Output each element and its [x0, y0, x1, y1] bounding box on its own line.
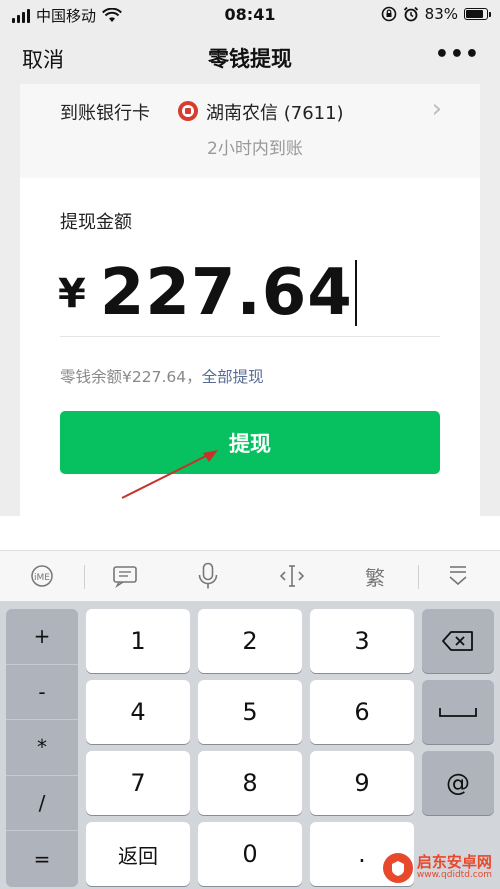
key-multiply[interactable]: * — [6, 720, 78, 776]
battery-percent: 83% — [424, 5, 458, 23]
input-method-button[interactable]: iME — [0, 550, 83, 602]
microphone-icon — [199, 562, 218, 589]
status-right: 83% — [381, 5, 491, 23]
traditional-chinese-button[interactable]: 繁 — [333, 550, 416, 602]
key-3[interactable]: 3 — [310, 609, 414, 673]
voice-input-button[interactable] — [167, 550, 250, 602]
space-icon — [439, 708, 477, 717]
battery-fill — [466, 10, 483, 18]
key-dot[interactable]: . — [310, 822, 414, 886]
divider — [60, 336, 440, 337]
key-back[interactable]: 返回 — [86, 822, 190, 886]
amount-label: 提现金额 — [60, 212, 132, 233]
arrival-time: 2小时内到账 — [207, 139, 303, 159]
numeric-keyboard: + - * / = 1 2 3 4 5 6 7 8 9 返回 0 . @ — [0, 602, 500, 889]
space-button[interactable] — [422, 680, 494, 744]
key-5[interactable]: 5 — [198, 680, 302, 744]
withdraw-button[interactable]: 提现 — [60, 411, 440, 474]
key-4[interactable]: 4 — [86, 680, 190, 744]
withdraw-all-link[interactable]: 全部提现 — [202, 368, 264, 386]
key-1[interactable]: 1 — [86, 609, 190, 673]
backspace-button[interactable] — [422, 609, 494, 673]
toolbar-divider — [418, 565, 419, 589]
key-divide[interactable]: / — [6, 776, 78, 832]
cursor-move-icon — [279, 565, 304, 587]
keyboard-spacer — [0, 516, 500, 550]
collapse-keyboard-icon — [449, 566, 467, 586]
key-equals[interactable]: = — [6, 831, 78, 887]
alarm-icon — [403, 6, 418, 22]
key-plus[interactable]: + — [6, 609, 78, 665]
status-bar: 中国移动 08:41 83% — [0, 0, 500, 30]
key-2[interactable]: 2 — [198, 609, 302, 673]
backspace-icon — [442, 631, 473, 651]
key-8[interactable]: 8 — [198, 751, 302, 815]
rotation-lock-icon — [381, 6, 396, 22]
balance-text: 零钱余额¥227.64， — [60, 368, 202, 386]
battery-icon — [464, 8, 491, 20]
symbol-column: + - * / = — [6, 609, 78, 887]
keyboard-switch-icon — [113, 566, 137, 588]
key-0[interactable]: 0 — [198, 822, 302, 886]
bank-name: 湖南农信 (7611) — [206, 103, 344, 124]
bank-card-selector[interactable]: 到账银行卡 湖南农信 (7611) › 2小时内到账 — [20, 84, 480, 178]
bank-card-label: 到账银行卡 — [60, 103, 150, 124]
key-7[interactable]: 7 — [86, 751, 190, 815]
key-9[interactable]: 9 — [310, 751, 414, 815]
key-at[interactable]: @ — [422, 751, 494, 815]
text-caret — [354, 260, 357, 326]
chevron-right-icon: › — [431, 94, 442, 124]
toolbar-divider — [84, 565, 85, 589]
amount-value: 227.64 — [99, 256, 353, 330]
input-method-icon: iME — [30, 565, 53, 587]
currency-symbol: ¥ — [58, 271, 86, 317]
key-6[interactable]: 6 — [310, 680, 414, 744]
more-options-button[interactable]: ••• — [435, 42, 480, 67]
balance-row: 零钱余额¥227.64，全部提现 — [60, 365, 264, 387]
svg-text:iME: iME — [34, 573, 50, 583]
amount-input[interactable]: ¥ 227.64 — [58, 253, 357, 333]
keyboard-switch-button[interactable] — [83, 550, 166, 602]
nav-bar: 取消 零钱提现 ••• — [0, 30, 500, 84]
bank-logo-icon — [178, 101, 198, 121]
key-minus[interactable]: - — [6, 665, 78, 721]
collapse-keyboard-button[interactable] — [417, 550, 500, 602]
cursor-move-button[interactable] — [250, 550, 333, 602]
keyboard-toolbar: iME 繁 — [0, 550, 500, 602]
page-title: 零钱提现 — [208, 47, 292, 71]
withdraw-panel: 提现金额 ¥ 227.64 零钱余额¥227.64，全部提现 提现 — [20, 178, 480, 516]
